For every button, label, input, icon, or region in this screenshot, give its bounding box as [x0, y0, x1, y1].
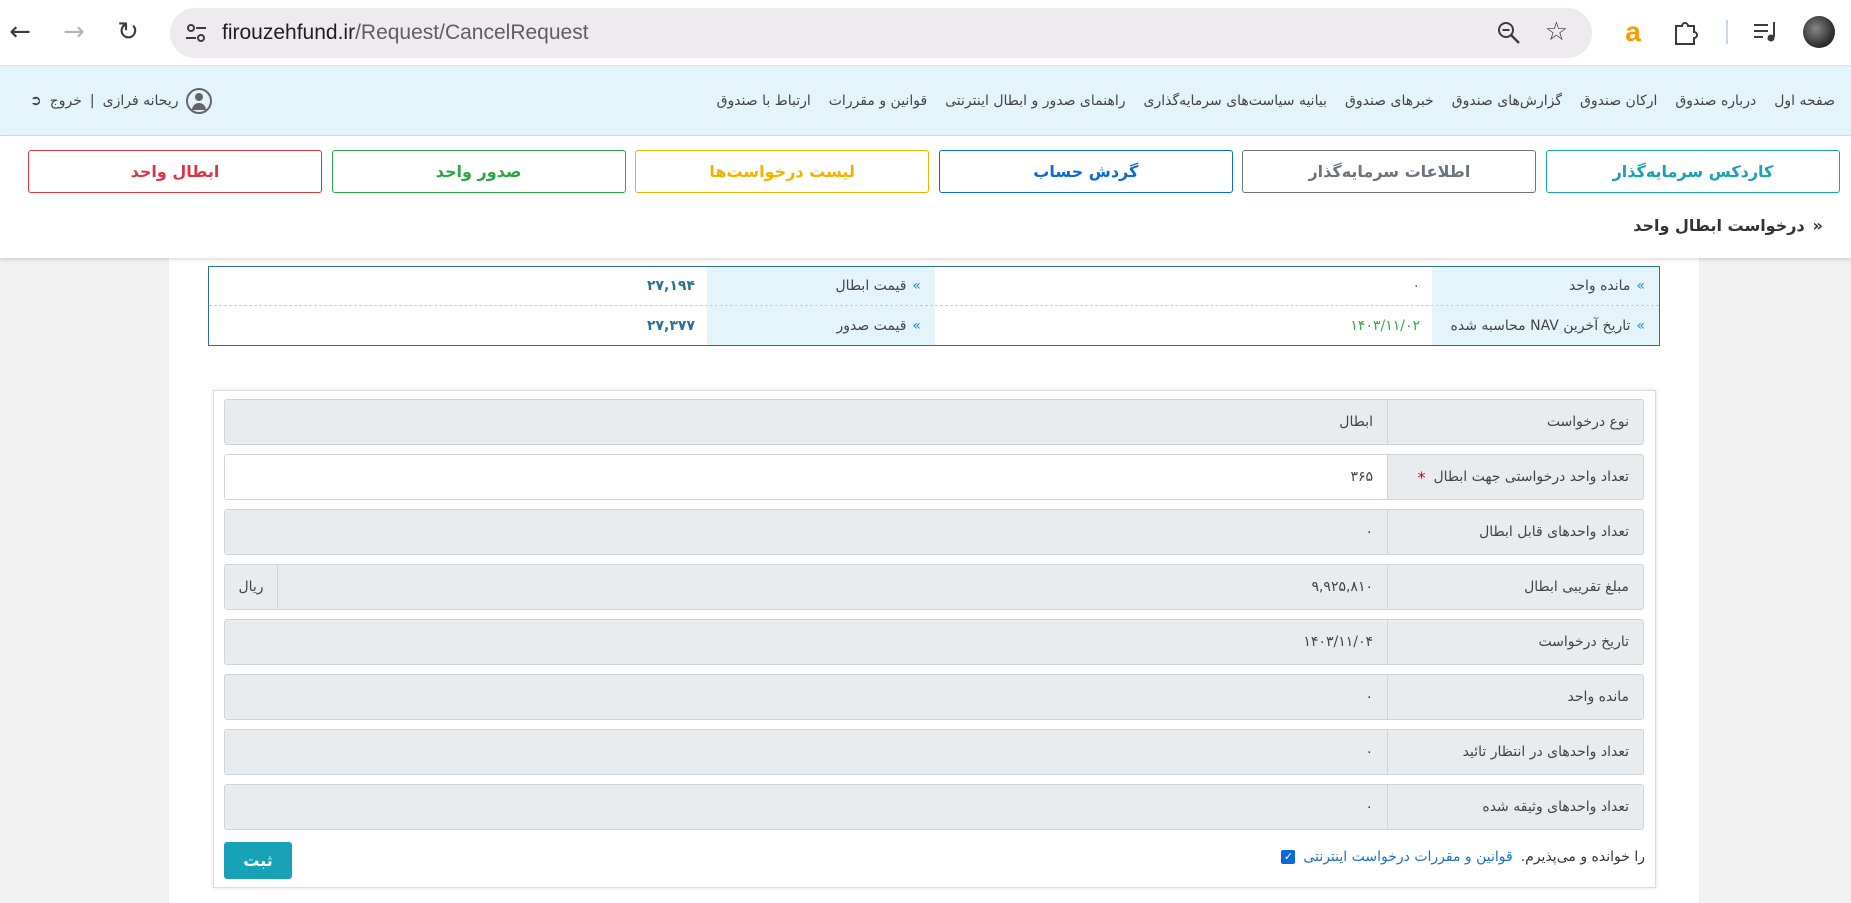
pledged-units-row: تعداد واحدهای وثیقه شده ۰ [224, 784, 1644, 830]
requested-units-label: تعداد واحد درخواستی جهت ابطال * [1387, 455, 1643, 499]
page-title: درخواست ابطال واحد [1633, 216, 1805, 235]
info-marker: » [912, 317, 921, 334]
issue-unit-button[interactable]: صدور واحد [331, 150, 626, 193]
investor-info-button[interactable]: اطلاعات سرمایه‌گذار [1242, 150, 1537, 193]
info-marker: » [1636, 278, 1645, 294]
cancellable-units-label: تعداد واحدهای قابل ابطال [1387, 510, 1643, 554]
info-marker: » [1636, 317, 1645, 334]
request-list-button[interactable]: لیست درخواست‌ها [635, 150, 930, 193]
info-label-text: قیمت صدور [836, 317, 907, 334]
investor-cardex-button[interactable]: کاردکس سرمایه‌گذار [1545, 150, 1840, 193]
logout-icon[interactable]: ➲ [30, 93, 42, 109]
submit-button[interactable]: ثبت [224, 842, 292, 879]
pending-units-value: ۰ [225, 730, 1387, 774]
cancel-unit-button[interactable]: ابطال واحد [28, 150, 322, 193]
request-date-label: تاریخ درخواست [1387, 620, 1643, 664]
request-type-value: ابطال [225, 400, 1387, 444]
url-host: firouzehfund.ir [222, 21, 356, 44]
nav-pillars[interactable]: ارکان صندوق [1580, 93, 1657, 109]
request-date-row: تاریخ درخواست ۱۴۰۳/۱۱/۰۴ [224, 619, 1644, 665]
cancellable-units-row: تعداد واحدهای قابل ابطال ۰ [224, 509, 1644, 555]
approx-amount-value: ۹,۹۲۵,۸۱۰ [278, 565, 1387, 609]
pending-units-label: تعداد واحدهای در انتظار تائید [1387, 730, 1643, 774]
site-header: صفحه اول درباره صندوق ارکان صندوق گزارش‌… [0, 66, 1851, 136]
info-label-issue-price: » قیمت صدور [707, 306, 935, 345]
info-value-last-nav-date: ۱۴۰۳/۱۱/۰۲ [1350, 317, 1420, 334]
terms-checkbox[interactable]: ✓ [1281, 850, 1296, 864]
remaining-units-label: مانده واحد [1387, 675, 1643, 719]
terms-link[interactable]: قوانین و مقررات درخواست اینترنتی [1303, 849, 1512, 865]
request-type-label: نوع درخواست [1387, 400, 1643, 444]
breadcrumb-marker: » [1812, 216, 1823, 235]
logout-link[interactable]: خروج [50, 93, 82, 109]
request-type-row: نوع درخواست ابطال [224, 399, 1644, 445]
terms-agreement: ✓ قوانین و مقررات درخواست اینترنتی را خو… [1281, 849, 1645, 865]
user-box: ➲ خروج | ریحانه فرازی [30, 66, 213, 136]
breadcrumb: » درخواست ابطال واحد [1633, 216, 1823, 235]
info-value-issue-price: ۲۷,۳۷۷ [646, 317, 695, 334]
info-marker: » [912, 278, 921, 294]
extensions-puzzle-icon[interactable] [1670, 16, 1702, 48]
zoom-icon[interactable] [1496, 20, 1522, 46]
info-label-remaining-units: » مانده واحد [1432, 267, 1659, 305]
main-nav: صفحه اول درباره صندوق ارکان صندوق گزارش‌… [717, 66, 1835, 136]
toolbar-divider [1726, 20, 1728, 44]
content-card: » مانده واحد ۰ » قیمت ابطال ۲۷,۱۹۴ » تاریخ … [169, 258, 1699, 903]
nav-reports[interactable]: گزارش‌های صندوق [1452, 93, 1562, 109]
info-label-last-nav-date: » تاریخ آخرین NAV محاسبه شده [1432, 306, 1659, 345]
info-row: » مانده واحد ۰ » قیمت ابطال ۲۷,۱۹۴ [209, 267, 1659, 306]
profile-avatar[interactable] [1803, 16, 1835, 48]
site-settings-icon[interactable] [184, 21, 208, 45]
nav-rules[interactable]: قوانین و مقررات [829, 93, 927, 109]
pledged-units-label: تعداد واحدهای وثیقه شده [1387, 785, 1643, 829]
user-separator: | [89, 93, 95, 109]
currency-unit: ریال [225, 565, 278, 609]
nav-guide[interactable]: راهنمای صدور و ابطال اینترنتی [945, 93, 1125, 109]
requested-units-row: تعداد واحد درخواستی جهت ابطال * ۳۶۵ [224, 454, 1644, 500]
info-label-text: قیمت ابطال [835, 278, 907, 294]
remaining-units-row: مانده واحد ۰ [224, 674, 1644, 720]
forward-arrow-icon[interactable]: → [56, 14, 92, 50]
approx-amount-label: مبلغ تقریبی ابطال [1387, 565, 1643, 609]
required-asterisk: * [1417, 467, 1426, 487]
request-date-value: ۱۴۰۳/۱۱/۰۴ [225, 620, 1387, 664]
browser-toolbar: ← → ↻ firouzehfund.ir/Request/CancelRequ… [0, 0, 1851, 66]
requested-units-label-text: تعداد واحد درخواستی جهت ابطال [1433, 469, 1629, 485]
user-name[interactable]: ریحانه فرازی [103, 93, 179, 109]
approx-amount-row: مبلغ تقریبی ابطال ۹,۹۲۵,۸۱۰ ریال [224, 564, 1644, 610]
url-text[interactable]: firouzehfund.ir/Request/CancelRequest [222, 8, 589, 58]
pending-units-row: تعداد واحدهای در انتظار تائید ۰ [224, 729, 1644, 775]
fund-info-table: » مانده واحد ۰ » قیمت ابطال ۲۷,۱۹۴ » تاریخ … [208, 266, 1660, 346]
remaining-units-value: ۰ [225, 675, 1387, 719]
info-label-text: مانده واحد [1568, 278, 1631, 294]
account-turnover-button[interactable]: گردش حساب [938, 150, 1233, 193]
info-label-cancel-price: » قیمت ابطال [707, 267, 935, 305]
user-icon[interactable] [186, 88, 213, 114]
nav-contact[interactable]: ارتباط با صندوق [717, 93, 811, 109]
back-arrow-icon[interactable]: ← [2, 14, 38, 50]
action-buttons: کاردکس سرمایه‌گذار اطلاعات سرمایه‌گذار گ… [28, 150, 1840, 193]
nav-news[interactable]: خبرهای صندوق [1345, 93, 1434, 109]
info-value-remaining-units: ۰ [1412, 278, 1420, 294]
cancel-request-form: نوع درخواست ابطال تعداد واحد درخواستی جه… [213, 390, 1656, 888]
address-bar[interactable]: firouzehfund.ir/Request/CancelRequest ☆ [170, 8, 1592, 58]
nav-about[interactable]: درباره صندوق [1675, 93, 1756, 109]
requested-units-input[interactable]: ۳۶۵ [225, 455, 1387, 499]
nav-investment-policy[interactable]: بیانیه سیاست‌های سرمایه‌گذاری [1144, 93, 1327, 109]
info-label-text: تاریخ آخرین NAV محاسبه شده [1450, 317, 1631, 334]
info-row: » تاریخ آخرین NAV محاسبه شده ۱۴۰۳/۱۱/۰۲ »… [209, 306, 1659, 345]
amazon-extension-icon[interactable]: a [1618, 16, 1648, 48]
action-band: کاردکس سرمایه‌گذار اطلاعات سرمایه‌گذار گ… [0, 136, 1851, 258]
reload-icon[interactable]: ↻ [110, 14, 146, 50]
url-path: /Request/CancelRequest [355, 21, 589, 44]
bookmark-star-icon[interactable]: ☆ [1545, 18, 1568, 46]
media-controls-icon[interactable] [1750, 16, 1782, 48]
info-value-cancel-price: ۲۷,۱۹۴ [646, 278, 695, 294]
terms-text: را خوانده و می‌پذیرم. [1520, 849, 1645, 865]
pledged-units-value: ۰ [225, 785, 1387, 829]
cancellable-units-value: ۰ [225, 510, 1387, 554]
nav-home[interactable]: صفحه اول [1774, 93, 1835, 109]
